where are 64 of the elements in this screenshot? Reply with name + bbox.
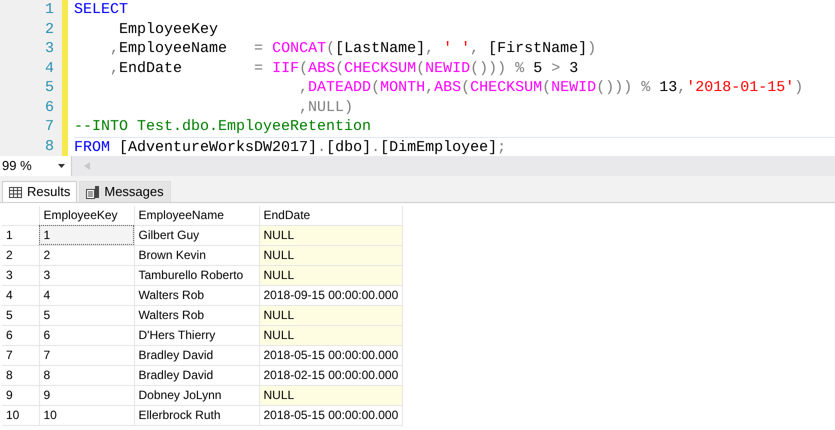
table-cell: 4 [39,285,134,305]
line-number: 3 [44,39,54,58]
messages-tab[interactable]: Messages [79,181,171,202]
table-cell: NULL [259,245,403,265]
row-number: 2 [2,245,39,265]
row-number: 9 [2,385,39,405]
caret-icon [58,164,65,168]
line-number: 7 [44,117,54,136]
code-line: ,NULL) [298,98,354,117]
grid-icon [9,186,22,198]
table-cell: 5 [39,305,134,325]
zoom-dropdown[interactable]: 99 % [0,156,72,176]
table-cell: NULL [259,305,403,325]
row-number: 4 [2,285,39,305]
column-header[interactable]: EmployeeName [134,206,259,225]
table-cell: Walters Rob [134,285,259,305]
table-cell: D'Hers Thierry [134,325,259,345]
line-number: 5 [44,78,54,98]
table-cell: Walters Rob [134,305,259,325]
results-tab[interactable]: Results [2,181,78,202]
column-header[interactable]: EmployeeKey [39,206,134,225]
table-cell: 2018-05-15 00:00:00.000 [259,345,403,365]
code-line: EmployeeKey [118,20,220,39]
scroll-left-icon[interactable] [84,162,90,170]
table-cell: Bradley David [134,365,259,385]
table-cell: 6 [39,325,134,345]
document-icon [86,186,100,198]
table-cell: 3 [39,265,134,285]
row-number: 5 [2,305,39,325]
line-number: 1 [44,0,54,20]
table-cell: 2018-02-15 00:00:00.000 [259,365,403,385]
table-cell: NULL [259,225,403,245]
table-cell: 7 [39,345,134,365]
row-number: 3 [2,265,39,285]
table-cell: NULL [259,325,403,345]
table-cell: 9 [39,385,134,405]
table-cell: 2018-09-15 00:00:00.000 [259,285,403,305]
table-cell: 1 [39,225,134,245]
table-cell: Tamburello Roberto [134,265,259,285]
line-number: 2 [44,20,54,39]
table-cell: 2 [39,245,134,265]
table-cell: Brown Kevin [134,245,259,265]
table-cell: Gilbert Guy [134,225,259,245]
code-line: SELECT [74,0,130,20]
table-cell: NULL [259,265,403,285]
line-number: 4 [44,58,54,78]
row-number: 7 [2,345,39,365]
row-number: 6 [2,325,39,345]
code-line: --INTO Test.dbo.EmployeeRetention [74,117,372,136]
line-number: 6 [44,98,54,117]
table-cell: 2018-05-15 00:00:00.000 [259,405,403,425]
code-line: ,EmployeeName = CONCAT([LastName], ' ', [FirstName]) [109,39,598,58]
code-line: ,EndDate = IIF(ABS(CHECKSUM(NEWID())) % 5 > 3 [109,58,580,78]
table-cell: NULL [259,385,403,405]
line-number: 8 [44,136,54,156]
table-cell: Bradley David [134,345,259,365]
table-cell: Dobney JoLynn [134,385,259,405]
table-cell: 8 [39,365,134,385]
table-cell: Ellerbrock Ruth [134,405,259,425]
row-number: 10 [2,405,39,425]
row-number: 8 [2,365,39,385]
code-line: ,DATEADD(MONTH,ABS(CHECKSUM(NEWID())) % 13,'2018-01-15') [298,78,804,98]
column-header[interactable]: EndDate [259,206,403,225]
table-cell: 10 [39,405,134,425]
